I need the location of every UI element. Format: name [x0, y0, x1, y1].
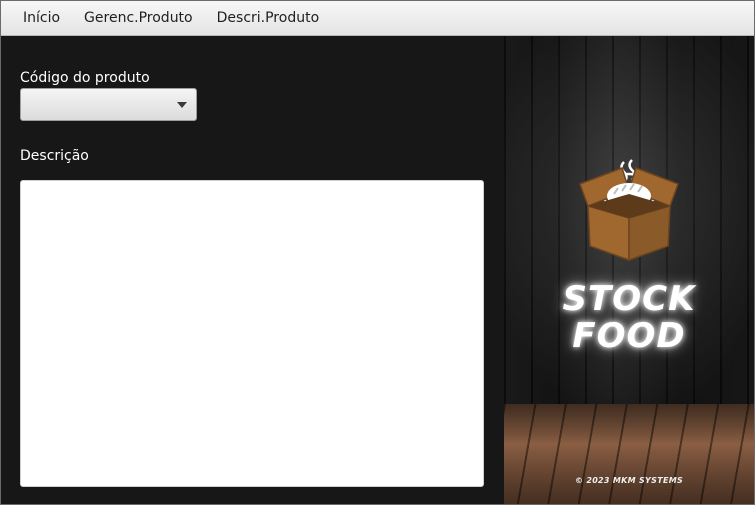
- description-label: Descrição: [20, 148, 89, 164]
- menu-item-descri-produto[interactable]: Descri.Produto: [205, 1, 332, 35]
- brand-title-line1: STOCK: [562, 279, 696, 319]
- product-code-label: Código do produto: [20, 70, 150, 86]
- menu-bar: Início Gerenc.Produto Descri.Produto: [1, 1, 754, 36]
- menu-item-inicio[interactable]: Início: [11, 1, 72, 35]
- product-code-combobox[interactable]: [20, 88, 197, 121]
- menu-item-gerenc-produto[interactable]: Gerenc.Produto: [72, 1, 205, 35]
- form-panel: Código do produto Descrição: [1, 36, 504, 504]
- description-textarea[interactable]: [20, 180, 484, 487]
- app-window: Início Gerenc.Produto Descri.Produto Cód…: [0, 0, 755, 505]
- branding-panel: STOCK FOOD © 2023 MKM SYSTEMS: [504, 36, 754, 504]
- copyright-text: © 2023 MKM SYSTEMS: [574, 476, 684, 485]
- food-box-logo-icon: [579, 159, 679, 262]
- wood-floor-background: [504, 404, 754, 504]
- chevron-down-icon[interactable]: [177, 102, 187, 108]
- brand-title-line2: FOOD: [572, 316, 686, 356]
